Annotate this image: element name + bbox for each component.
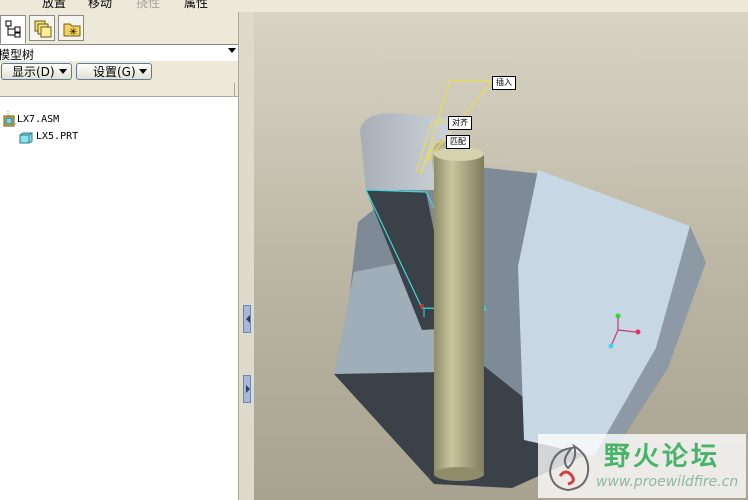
shaft-bottom <box>434 467 484 481</box>
collapse-left-handle[interactable] <box>243 305 251 333</box>
panel-splitter[interactable] <box>238 12 254 500</box>
menu-item-move[interactable]: 移动 <box>88 0 112 11</box>
show-button[interactable]: 显示(D) <box>1 63 72 80</box>
chevron-down-icon <box>59 69 67 74</box>
tree-button-row: 显示(D) 设置(G) <box>0 61 240 83</box>
menu-item-properties[interactable]: 属性 <box>184 0 208 11</box>
model-tree-tab-icon <box>5 20 21 38</box>
graphics-viewport[interactable]: 插入 对齐 匹配 <box>254 12 748 500</box>
expand-right-handle[interactable] <box>243 375 251 403</box>
menu-item-flexible[interactable]: 挠性 <box>136 0 160 11</box>
show-button-label: 显示(D) <box>12 65 55 79</box>
constraint-label-mate[interactable]: 匹配 <box>446 135 470 149</box>
favorites-tab-icon: ✳ <box>63 23 81 38</box>
tab-layers[interactable] <box>29 15 55 41</box>
model-tree: LX7.ASM LX5.PRT <box>0 97 236 500</box>
tree-item-label: LX5.PRT <box>36 131 79 142</box>
constraint-label-align[interactable]: 对齐 <box>448 116 472 130</box>
tree-item-label: LX7.ASM <box>17 114 60 125</box>
menu-item-place[interactable]: 放置 <box>42 0 66 11</box>
tree-menu-dropdown-icon[interactable] <box>228 48 236 53</box>
navigator-panel: ✳ 模型树 显示(D) 设置(G) LX7.ASM LX5.PRT <box>0 12 240 500</box>
datum-point <box>420 304 424 308</box>
arrow-right-icon <box>246 385 250 393</box>
assembly-icon <box>3 115 15 127</box>
block-right-face <box>518 170 690 456</box>
column-separator[interactable] <box>234 83 235 96</box>
watermark-url: www.proewildfire.cn <box>596 474 739 490</box>
arrow-left-icon <box>246 315 250 323</box>
settings-button[interactable]: 设置(G) <box>76 63 152 80</box>
shaft-body <box>434 154 484 474</box>
tab-favorites[interactable]: ✳ <box>58 15 84 41</box>
tab-model-tree[interactable] <box>0 15 26 44</box>
constraint-label-insert[interactable]: 插入 <box>492 76 516 90</box>
model-tree-header: 模型树 <box>0 44 240 62</box>
watermark-title: 野火论坛 <box>604 442 721 472</box>
layers-tab-icon <box>34 20 52 38</box>
tree-connector-lines <box>7 111 17 125</box>
shaft-top <box>434 147 484 161</box>
settings-button-label: 设置(G) <box>93 65 136 79</box>
forum-watermark: 野火论坛 www.proewildfire.cn <box>538 434 746 498</box>
svg-text:✳: ✳ <box>69 27 77 38</box>
part-icon <box>19 132 33 144</box>
navigator-tabs: ✳ <box>0 12 240 44</box>
tree-column-header[interactable] <box>0 83 240 97</box>
fire-logo-icon <box>548 443 590 492</box>
chevron-down-icon <box>139 69 147 74</box>
